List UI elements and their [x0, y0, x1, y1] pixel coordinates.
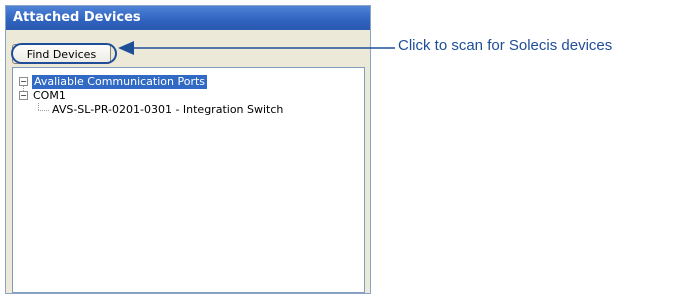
- callout-label: Click to scan for Solecis devices: [398, 37, 613, 54]
- tree-node-com1[interactable]: COM1: [33, 89, 66, 103]
- device-tree[interactable]: − Avaliable Communication Ports − COM1 A…: [12, 67, 365, 293]
- find-devices-button[interactable]: Find Devices: [12, 44, 111, 64]
- tree-connector: [38, 110, 49, 111]
- tree-node-device[interactable]: AVS-SL-PR-0201-0301 - Integration Switch: [52, 103, 283, 117]
- minus-box-icon[interactable]: −: [19, 77, 28, 86]
- attached-devices-panel: Attached Devices Find Devices − Avaliabl…: [5, 5, 371, 294]
- tree-node-available-ports[interactable]: Avaliable Communication Ports: [32, 75, 208, 89]
- panel-title: Attached Devices: [6, 6, 370, 30]
- tree-connector: [38, 103, 39, 110]
- minus-box-icon[interactable]: −: [19, 91, 28, 100]
